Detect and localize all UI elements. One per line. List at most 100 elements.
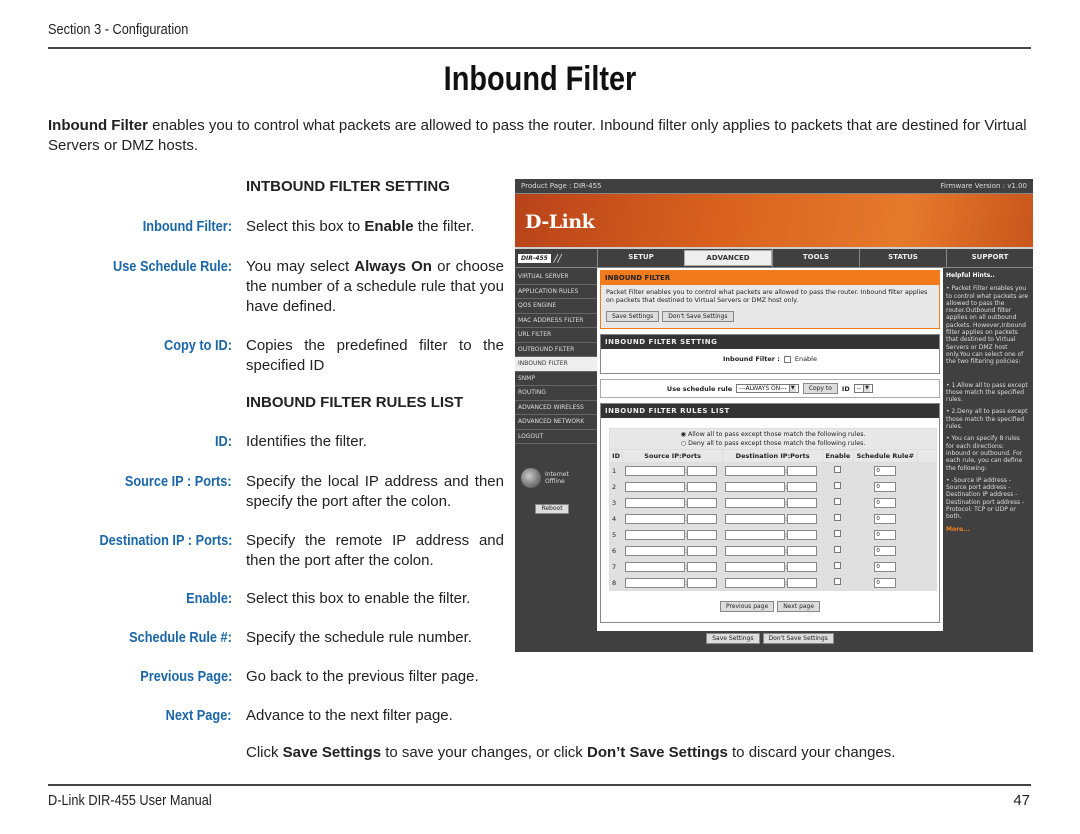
enable-checkbox[interactable]: [783, 355, 791, 363]
dest-port-input[interactable]: [787, 577, 818, 588]
dest-port-input[interactable]: [787, 561, 818, 572]
sidebar-item-advanced-network[interactable]: ADVANCED NETWORK: [515, 415, 597, 430]
source-port-input[interactable]: [687, 465, 718, 476]
definition-text: Specify the remote IP address and then t…: [246, 531, 504, 571]
dest-port-input[interactable]: [787, 465, 818, 476]
source-ip-input[interactable]: [625, 497, 686, 508]
dest-port-input[interactable]: [787, 481, 818, 492]
sidebar-item-application-rules[interactable]: APPLICATION RULES: [515, 285, 597, 299]
schedule-rule-input[interactable]: 0: [874, 529, 897, 540]
deny-radio-option[interactable]: ○ Deny all to pass except those match th…: [612, 439, 934, 448]
dest-ip-input[interactable]: [725, 577, 786, 588]
reboot-button[interactable]: Reboot: [535, 504, 569, 514]
source-ip-input[interactable]: [625, 529, 686, 540]
definition-term: ID:: [215, 433, 232, 450]
dest-ip-input[interactable]: [725, 561, 786, 572]
id-select[interactable]: -- ▼: [853, 384, 874, 393]
rule-enable-checkbox[interactable]: [834, 562, 842, 569]
source-port-input[interactable]: [687, 561, 718, 572]
sidebar-item-url-filter[interactable]: URL FILTER: [515, 328, 597, 343]
previous-page-button[interactable]: Previous page: [719, 601, 775, 612]
rule-enable-checkbox[interactable]: [834, 514, 842, 521]
tab-support[interactable]: SUPPORT: [946, 249, 1033, 267]
dest-ip-input[interactable]: [725, 513, 786, 524]
save-note-text: to save your changes, or click: [381, 744, 587, 761]
rule-enable-checkbox[interactable]: [834, 466, 842, 473]
definition-term: Copy to ID:: [164, 337, 232, 354]
dont-save-settings-button[interactable]: Don't Save Settings: [662, 311, 734, 322]
tab-advanced[interactable]: ADVANCED: [684, 250, 772, 266]
dest-ip-input[interactable]: [725, 497, 786, 508]
dest-port-input[interactable]: [787, 529, 818, 540]
dont-save-settings-button-bottom[interactable]: Don't Save Settings: [762, 633, 834, 644]
sidebar-item-routing[interactable]: ROUTING: [515, 386, 597, 401]
dest-ip-input[interactable]: [725, 529, 786, 540]
schedule-label: Use schedule rule: [666, 384, 733, 393]
filter-setting-box: INBOUND FILTER SETTING Inbound Filter : …: [600, 334, 940, 374]
rule-enable-checkbox[interactable]: [834, 546, 842, 553]
internet-status-text: Internet Offline: [545, 471, 569, 485]
rule-enable-checkbox[interactable]: [834, 578, 842, 585]
source-ip-input[interactable]: [625, 577, 686, 588]
save-settings-button-bottom[interactable]: Save Settings: [706, 633, 760, 644]
tab-status[interactable]: STATUS: [859, 249, 946, 267]
next-page-button[interactable]: Next page: [777, 601, 821, 612]
sidebar-item-advanced-wireless[interactable]: ADVANCED WIRELESS: [515, 401, 597, 415]
schedule-rule-input[interactable]: 0: [874, 577, 897, 588]
schedule-rule-input[interactable]: 0: [874, 545, 897, 556]
dest-port-input[interactable]: [787, 513, 818, 524]
save-settings-button[interactable]: Save Settings: [606, 311, 660, 322]
dest-ip-input[interactable]: [725, 545, 786, 556]
row-spacer: [918, 543, 936, 558]
sidebar-item-mac-address-filter[interactable]: MAC ADDRESS FILTER: [515, 314, 597, 328]
rule-enable-checkbox[interactable]: [834, 482, 842, 489]
source-ip-input[interactable]: [625, 545, 686, 556]
rule-id: 5: [610, 527, 623, 542]
definition-text: Select this box to Enable the filter.: [246, 217, 504, 237]
allow-radio-option[interactable]: ◉ Allow all to pass except those match t…: [612, 430, 934, 439]
rule-row: 3::0: [610, 495, 936, 510]
schedule-value: ---ALWAYS ON---: [739, 385, 787, 392]
definition-text: Advance to the next filter page.: [246, 706, 504, 726]
sidebar-item-inbound-filter[interactable]: INBOUND FILTER: [515, 357, 597, 372]
definition-text-part: Select this box to enable the filter.: [246, 590, 471, 607]
sidebar-item-outbound-filter[interactable]: OUTBOUND FILTER: [515, 343, 597, 357]
schedule-rule-input[interactable]: 0: [874, 497, 897, 508]
dest-port-input[interactable]: [787, 545, 818, 556]
source-port-input[interactable]: [687, 497, 718, 508]
tab-tools[interactable]: TOOLS: [772, 249, 859, 267]
source-port-input[interactable]: [687, 545, 718, 556]
sidebar-item-logout[interactable]: LOGOUT: [515, 430, 597, 444]
dest-port-input[interactable]: [787, 497, 818, 508]
rule-row: 2::0: [610, 479, 936, 494]
more-link[interactable]: More...: [946, 526, 1030, 533]
source-ip-input[interactable]: [625, 561, 686, 572]
schedule-rule-input[interactable]: 0: [874, 561, 897, 572]
schedule-rule-input[interactable]: 0: [874, 481, 897, 492]
rule-enable-checkbox[interactable]: [834, 530, 842, 537]
schedule-rule-input[interactable]: 0: [874, 513, 897, 524]
rule-id: 3: [610, 495, 623, 510]
sidebar-item-snmp[interactable]: SNMP: [515, 372, 597, 386]
router-main: INBOUND FILTER Packet Filter enables you…: [597, 268, 943, 644]
source-port-input[interactable]: [687, 577, 718, 588]
source-ip-input[interactable]: [625, 481, 686, 492]
rule-id: 8: [610, 575, 623, 590]
schedule-select[interactable]: ---ALWAYS ON--- ▼: [736, 384, 799, 393]
schedule-rule-input[interactable]: 0: [874, 465, 897, 476]
dropdown-arrow-icon: ▼: [863, 385, 871, 392]
source-ip-input[interactable]: [625, 513, 686, 524]
tab-setup[interactable]: SETUP: [597, 249, 684, 267]
source-port-input[interactable]: [687, 513, 718, 524]
sidebar-item-virtual-server[interactable]: VIRTUAL SERVER: [515, 270, 597, 285]
sidebar-item-qos-engine[interactable]: QOS ENGINE: [515, 299, 597, 314]
dest-ip-input[interactable]: [725, 481, 786, 492]
model-label: DIR-455: [518, 253, 551, 263]
source-port-input[interactable]: [687, 481, 718, 492]
rule-enable-checkbox[interactable]: [834, 498, 842, 505]
source-ip-input[interactable]: [625, 465, 686, 476]
copy-to-button[interactable]: Copy to: [802, 383, 838, 394]
router-screenshot: Product Page : DIR-455 Firmware Version …: [515, 179, 1033, 652]
source-port-input[interactable]: [687, 529, 718, 540]
dest-ip-input[interactable]: [725, 465, 786, 476]
